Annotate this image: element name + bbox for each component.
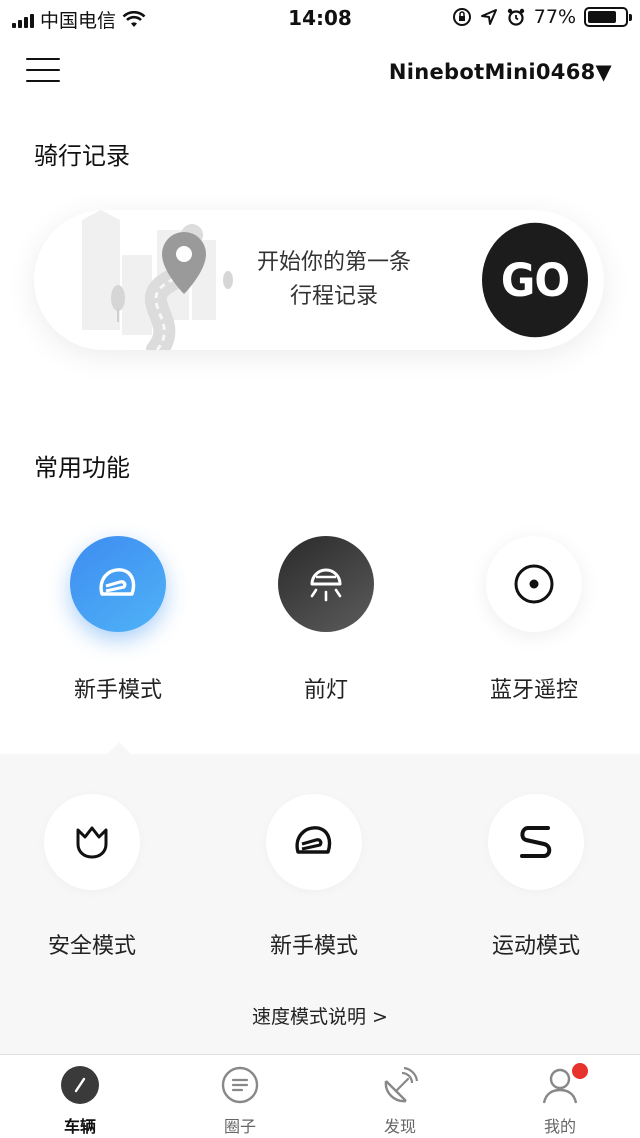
battery-percent: 77% [533, 6, 576, 28]
ride-prompt-line2: 行程记录 [289, 284, 378, 309]
ride-record-card[interactable]: 开始你的第一条 行程记录 GO [34, 210, 604, 350]
vehicle-icon [60, 1065, 100, 1105]
tab-label: 圈子 [223, 1117, 256, 1136]
safe-mode-circle [44, 794, 140, 890]
helmet-icon [99, 568, 136, 596]
sport-s-icon [520, 826, 552, 858]
tab-label: 车辆 [63, 1117, 96, 1136]
tab-circle[interactable]: 圈子 [160, 1065, 320, 1137]
mode-safe[interactable]: 安全模式 [0, 794, 192, 960]
battery-level [588, 11, 616, 23]
status-right: 77% [452, 6, 632, 28]
device-selector[interactable]: NinebotMini0468▼ [389, 60, 612, 84]
bluetooth-remote-circle [486, 536, 582, 632]
beginner-mode-circle [70, 536, 166, 632]
helmet-icon [295, 826, 332, 854]
remote-target-icon [514, 564, 554, 604]
headlight-icon [310, 568, 342, 602]
battery-icon [584, 7, 632, 27]
tab-me[interactable]: 我的 [480, 1063, 640, 1137]
common-functions-title: 常用功能 [34, 454, 130, 482]
status-bar: 中国电信 14:08 77% [0, 0, 640, 40]
tab-discover[interactable]: 发现 [320, 1065, 480, 1137]
beginner-mode-circle [266, 794, 362, 890]
menu-line [26, 58, 60, 60]
go-button[interactable]: GO [482, 222, 588, 338]
speed-mode-explain-link[interactable]: 速度模式说明 > [0, 1002, 640, 1029]
mode-label: 运动模式 [491, 934, 580, 959]
tab-bar: 车辆 圈子 发现 我的 [0, 1054, 640, 1138]
rotation-lock-icon [452, 8, 471, 26]
ride-record-title: 骑行记录 [34, 142, 130, 170]
menu-line [26, 80, 60, 82]
feature-label: 前灯 [303, 678, 348, 703]
mode-label: 安全模式 [47, 934, 136, 959]
user-icon [540, 1063, 588, 1105]
ride-prompt-line1: 开始你的第一条 [256, 250, 411, 275]
tab-label: 我的 [543, 1117, 576, 1136]
tab-label: 发现 [383, 1117, 416, 1136]
header: NinebotMini0468▼ [0, 40, 640, 108]
tulip-icon [76, 826, 108, 859]
menu-line [26, 69, 60, 71]
mode-beginner[interactable]: 新手模式 [214, 794, 414, 960]
feature-bluetooth-remote[interactable]: 蓝牙遥控 [434, 536, 634, 704]
route-map-illustration [82, 210, 233, 350]
mode-label: 新手模式 [269, 934, 358, 959]
sport-mode-circle [488, 794, 584, 890]
feature-label: 蓝牙遥控 [489, 678, 578, 703]
ride-prompt: 开始你的第一条 行程记录 [234, 246, 434, 314]
headlight-circle [278, 536, 374, 632]
menu-button[interactable] [26, 58, 60, 88]
alarm-icon [507, 8, 524, 26]
location-arrow-icon [480, 9, 497, 25]
circle-chat-icon [220, 1065, 260, 1105]
mode-sport[interactable]: 运动模式 [436, 794, 636, 960]
feature-label: 新手模式 [73, 678, 162, 703]
notification-badge [572, 1063, 588, 1079]
feature-headlight[interactable]: 前灯 [226, 536, 426, 704]
feature-beginner-mode[interactable]: 新手模式 [18, 536, 218, 704]
tab-vehicle[interactable]: 车辆 [0, 1065, 160, 1137]
satellite-dish-icon [380, 1065, 420, 1105]
